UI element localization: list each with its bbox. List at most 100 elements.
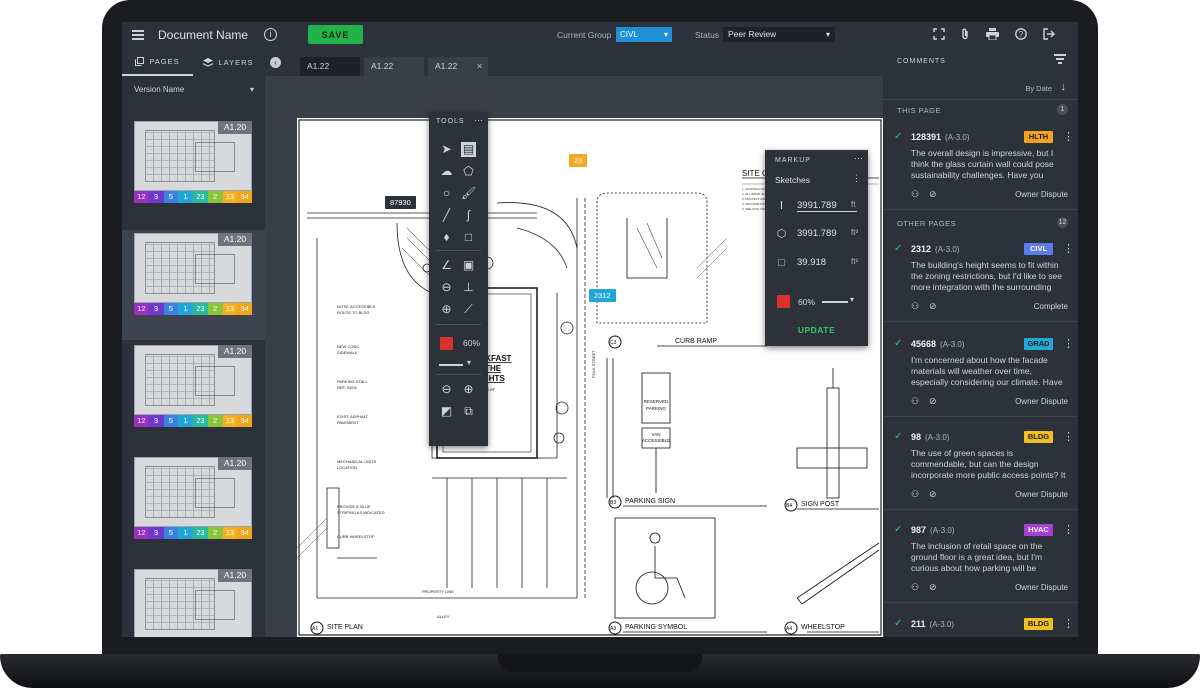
tag-count[interactable]: 23: [193, 303, 208, 315]
people-icon[interactable]: ⚇: [911, 582, 919, 593]
discipline-badge[interactable]: HVAC: [1024, 524, 1053, 536]
tag-count[interactable]: 23: [193, 191, 208, 203]
people-icon[interactable]: ⚇: [911, 301, 919, 312]
line-icon[interactable]: ╱: [439, 208, 454, 223]
filter-icon[interactable]: [1054, 54, 1066, 64]
page-thumbnail[interactable]: A1.20 12 3 5 1 23 2 13 34: [122, 230, 265, 340]
tag-count[interactable]: 2: [207, 191, 223, 203]
tag-count[interactable]: 13: [222, 191, 238, 203]
tag-count[interactable]: 13: [222, 527, 238, 539]
markup-pin[interactable]: 87930: [385, 196, 416, 209]
comment-icon[interactable]: ▤: [461, 142, 476, 157]
tag-count[interactable]: 2: [207, 415, 223, 427]
tag-count[interactable]: 3: [148, 303, 164, 315]
fullscreen-icon[interactable]: [932, 28, 945, 41]
tag-count[interactable]: 3: [148, 415, 164, 427]
measure-circle-icon[interactable]: ⊖: [439, 280, 454, 295]
markup-pin[interactable]: 2312: [589, 289, 616, 302]
sort-by-date[interactable]: By Date: [1025, 84, 1052, 93]
vertical-more-icon[interactable]: ⋮: [1063, 523, 1074, 536]
version-select[interactable]: Version Name: [134, 85, 184, 94]
vertical-more-icon[interactable]: ⋮: [1063, 242, 1074, 255]
vertical-more-icon[interactable]: ⋮: [1063, 337, 1074, 350]
stamp-icon[interactable]: ⊥: [461, 280, 476, 295]
check-icon[interactable]: ✓: [894, 243, 902, 254]
length-measurement[interactable]: Ⅰ 3991.789 ft: [775, 199, 863, 215]
doc-tab-3[interactable]: A1.22 ✕: [428, 57, 488, 76]
doc-tab-1[interactable]: A1.22: [300, 57, 360, 76]
vertical-more-icon[interactable]: ⋮: [1063, 130, 1074, 143]
color-swatch[interactable]: [440, 337, 453, 350]
tag-count[interactable]: 5: [163, 527, 179, 539]
arrow-down-icon[interactable]: ↓: [1061, 81, 1067, 93]
attachment-icon[interactable]: [958, 28, 971, 41]
update-button[interactable]: UPDATE: [765, 325, 868, 335]
tag-count[interactable]: 34: [237, 191, 252, 203]
markup-line-style[interactable]: [822, 301, 848, 303]
tag-count[interactable]: 12: [134, 527, 149, 539]
chevron-down-icon[interactable]: ▾: [467, 358, 471, 367]
tag-count[interactable]: 12: [134, 415, 149, 427]
tag-count[interactable]: 5: [163, 415, 179, 427]
people-icon[interactable]: ⚇: [911, 189, 919, 200]
tag-count[interactable]: 34: [237, 415, 252, 427]
square-icon[interactable]: □: [461, 230, 476, 245]
angle-icon[interactable]: ∠: [439, 258, 454, 273]
eye-off-icon[interactable]: ⊘: [929, 396, 937, 407]
people-icon[interactable]: ⚇: [911, 396, 919, 407]
tag-count[interactable]: 12: [134, 303, 149, 315]
tag-count[interactable]: 2: [207, 303, 223, 315]
document-name[interactable]: Document Name: [158, 28, 248, 42]
volume-measurement[interactable]: ⬡ 3991.789 ft³: [775, 227, 863, 243]
current-group-select[interactable]: CIVL: [616, 27, 672, 42]
check-icon[interactable]: ✓: [894, 431, 902, 442]
crosshair-icon[interactable]: ⊕: [439, 302, 454, 317]
curve-icon[interactable]: ∫: [461, 208, 476, 223]
check-icon[interactable]: ✓: [894, 131, 902, 142]
tag-count[interactable]: 5: [163, 191, 179, 203]
eye-off-icon[interactable]: ⊘: [929, 582, 937, 593]
people-icon[interactable]: ⚇: [911, 489, 919, 500]
more-icon[interactable]: ···: [474, 115, 483, 125]
page-thumbnail[interactable]: A1.20 12 3 5 1 23 2 13 34: [122, 342, 265, 452]
select-arrow-icon[interactable]: ➤: [439, 142, 454, 157]
image-icon[interactable]: ◩: [439, 404, 454, 419]
chevron-down-icon[interactable]: ▾: [850, 295, 854, 304]
line-style-preview[interactable]: [439, 364, 463, 366]
print-icon[interactable]: [986, 28, 999, 41]
check-icon[interactable]: ✓: [894, 618, 902, 629]
eye-off-icon[interactable]: ⊘: [929, 489, 937, 500]
tag-count[interactable]: 13: [222, 303, 238, 315]
zoom-out-icon[interactable]: ⊖: [439, 382, 454, 397]
tag-count[interactable]: 34: [237, 527, 252, 539]
tag-count[interactable]: 1: [178, 303, 193, 315]
tag-count[interactable]: 1: [178, 415, 193, 427]
tag-count[interactable]: 3: [148, 191, 164, 203]
vertical-more-icon[interactable]: ⋮: [852, 173, 861, 184]
info-icon[interactable]: i: [264, 28, 277, 41]
tag-count[interactable]: 1: [178, 527, 193, 539]
close-icon[interactable]: ✕: [476, 57, 483, 76]
circle-icon[interactable]: ○: [439, 186, 454, 201]
eye-off-icon[interactable]: ⊘: [929, 301, 937, 312]
tag-count[interactable]: 34: [237, 303, 252, 315]
discipline-badge[interactable]: CIVL: [1024, 243, 1053, 255]
check-icon[interactable]: ✓: [894, 524, 902, 535]
status-select[interactable]: Peer Review: [723, 27, 835, 42]
help-icon[interactable]: ?: [1014, 28, 1027, 41]
tag-count[interactable]: 12: [134, 191, 149, 203]
highlighter-icon[interactable]: ♦: [439, 230, 454, 245]
hamburger-menu-icon[interactable]: [132, 30, 144, 40]
page-thumbnail[interactable]: A1.20: [122, 566, 265, 637]
more-icon[interactable]: ···: [854, 153, 863, 163]
brush-icon[interactable]: 🖌: [461, 186, 476, 201]
discipline-badge[interactable]: BLDG: [1024, 618, 1053, 630]
chevron-down-icon[interactable]: ▾: [250, 85, 254, 94]
exit-icon[interactable]: [1042, 28, 1055, 41]
vertical-more-icon[interactable]: ⋮: [1063, 617, 1074, 630]
area-icon[interactable]: ▣: [461, 258, 476, 273]
tab-pages[interactable]: PAGES: [122, 48, 193, 76]
save-button[interactable]: SAVE: [308, 25, 363, 44]
eye-off-icon[interactable]: ⊘: [929, 189, 937, 200]
length-value[interactable]: 3991.789: [797, 200, 857, 212]
